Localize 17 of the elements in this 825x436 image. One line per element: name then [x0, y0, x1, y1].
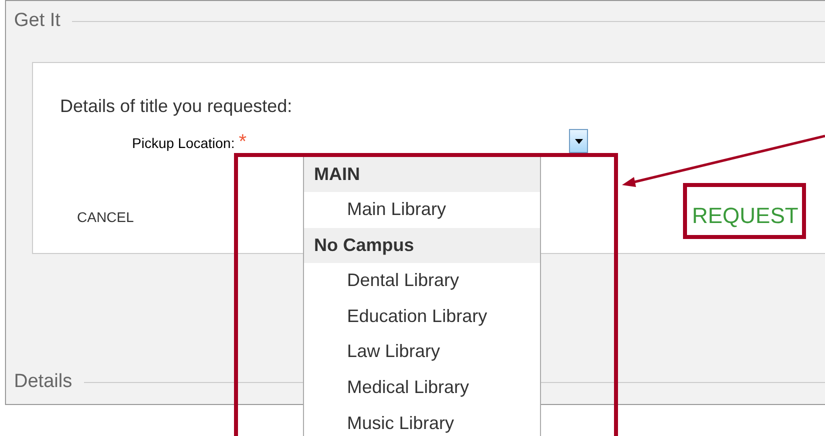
- section-legend: Get It: [14, 6, 60, 36]
- dropdown-option[interactable]: Main Library: [304, 192, 540, 228]
- request-button[interactable]: REQUEST: [692, 199, 798, 232]
- pickup-label: Pickup Location:: [132, 134, 235, 153]
- dropdown-option[interactable]: Education Library: [304, 298, 540, 334]
- group-header: MAIN: [304, 157, 540, 192]
- form-heading: Details of title you requested:: [60, 95, 292, 118]
- required-mark: *: [238, 133, 247, 151]
- dropdown-option[interactable]: Medical Library: [304, 370, 540, 406]
- group-header: No Campus: [304, 228, 540, 263]
- dropdown-toggle[interactable]: [569, 129, 588, 153]
- cancel-button[interactable]: CANCEL: [77, 207, 134, 228]
- section-legend: Details: [14, 368, 72, 396]
- dropdown-option[interactable]: Law Library: [304, 334, 540, 370]
- caret-icon: [574, 138, 582, 144]
- dropdown-option[interactable]: Music Library: [304, 405, 540, 436]
- dropdown-option[interactable]: Dental Library: [304, 262, 540, 298]
